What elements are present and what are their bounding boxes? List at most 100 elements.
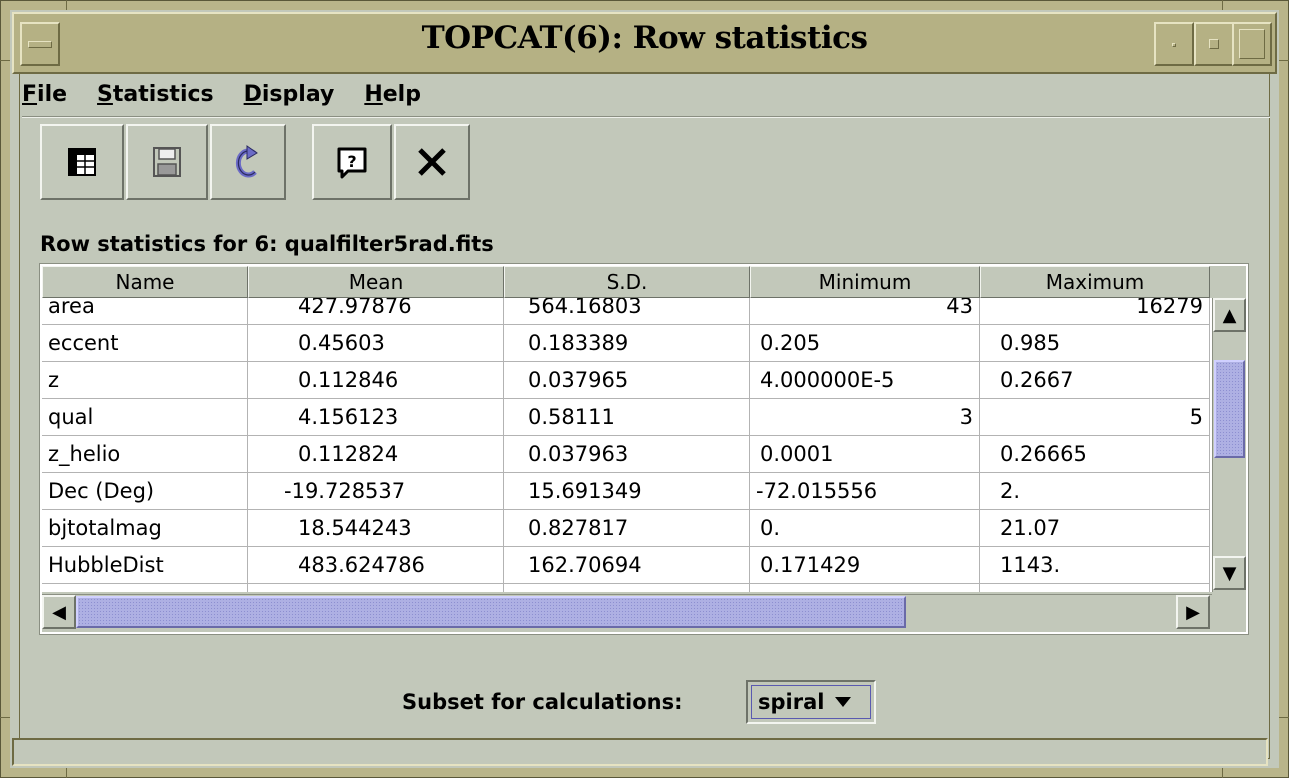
table-cell: 0.45603 [248, 325, 504, 362]
horizontal-scrollbar[interactable]: ◀ ▶ [42, 594, 1212, 631]
right-arrow-icon: ▶ [1186, 601, 1200, 623]
table-cell: 0.58111 [504, 399, 750, 436]
subset-dropdown[interactable]: spiral [746, 680, 876, 724]
recalculate-button[interactable] [210, 124, 286, 200]
menu-label: ile [37, 82, 68, 107]
down-arrow-icon: ▼ [1222, 562, 1237, 584]
table-row[interactable]: qual 4.156123 0.58111 3 5 [42, 399, 1210, 436]
column-header-minimum[interactable]: Minimum [750, 266, 980, 298]
table-cell: 0.0001 [750, 436, 980, 473]
menu-help[interactable]: Help [364, 82, 421, 114]
table-cell: 0.112824 [248, 436, 504, 473]
help-icon: ? [337, 147, 367, 179]
table-cell: lumdist2 [42, 584, 248, 592]
table-cell: HubbleDist [42, 547, 248, 584]
table-row[interactable]: bjtotalmag 18.544243 0.827817 0. 21.07 [42, 510, 1210, 547]
menu-label: elp [382, 82, 421, 107]
table-row[interactable]: z_helio 0.112824 0.037963 0.0001 0.26665 [42, 436, 1210, 473]
statistics-table: Name Mean S.D. Minimum Maximum area 427.9… [39, 263, 1249, 635]
menu-bar: File Statistics Display Help [22, 82, 451, 114]
table-heading: Row statistics for 6: qualfilter5rad.fit… [40, 232, 494, 256]
table-cell: 0.029423 [504, 584, 750, 592]
recalculate-icon [235, 145, 258, 178]
table-row[interactable]: eccent 0.45603 0.183389 0.205 0.985 [42, 325, 1210, 362]
table-cell: Dec (Deg) [42, 473, 248, 510]
column-header-sd[interactable]: S.D. [504, 266, 750, 298]
scroll-left-button[interactable]: ◀ [42, 595, 76, 629]
vertical-scrollbar[interactable]: ▲ ▼ [1212, 298, 1246, 592]
table-cell: 21.07 [980, 510, 1210, 547]
table-cell: 0.26665 [980, 436, 1210, 473]
table-row[interactable]: lumdist21.0874560.0294231.0000311.206692 [42, 584, 1210, 592]
table-cell: 564.16803 [504, 298, 750, 325]
table-body[interactable]: area 427.97876 564.16803 43 16279 eccent 0.456… [42, 298, 1212, 592]
table-row[interactable]: area 427.97876 564.16803 43 16279 [42, 298, 1210, 325]
horizontal-scroll-thumb[interactable] [76, 596, 906, 628]
subset-dropdown-value: spiral [751, 685, 871, 719]
scroll-down-button[interactable]: ▼ [1213, 556, 1246, 590]
svg-text:?: ? [347, 152, 356, 171]
table-cell: 0.112846 [248, 362, 504, 399]
table-cell: 4.156123 [248, 399, 504, 436]
frame-notch [1279, 717, 1289, 718]
table-cell: 0.205 [750, 325, 980, 362]
menu-label: tatistics [112, 82, 214, 107]
display-table-button[interactable] [40, 124, 124, 200]
table-cell: 0.985 [980, 325, 1210, 362]
window-close-icon [1239, 29, 1265, 59]
subset-label: Subset for calculations: [402, 690, 683, 714]
menu-file[interactable]: File [22, 82, 67, 114]
menu-mnemonic: F [22, 82, 38, 107]
menu-label: isplay [261, 82, 335, 107]
help-button[interactable]: ? [312, 124, 392, 200]
table-cell: 0.2667 [980, 362, 1210, 399]
menu-display[interactable]: Display [244, 82, 335, 114]
column-header-maximum[interactable]: Maximum [980, 266, 1210, 298]
table-cell: 18.544243 [248, 510, 504, 547]
table-icon [68, 148, 96, 176]
scroll-right-button[interactable]: ▶ [1176, 595, 1210, 629]
table-cell: 43 [750, 298, 980, 325]
close-icon [418, 148, 446, 176]
maximize-button[interactable] [1194, 22, 1234, 66]
table-cell: area [42, 298, 248, 325]
table-cell: 1143. [980, 547, 1210, 584]
table-cell: 3 [750, 399, 980, 436]
title-bar[interactable]: TOPCAT(6): Row statistics [12, 12, 1277, 74]
table-cell: 0.183389 [504, 325, 750, 362]
status-bar [12, 738, 1268, 766]
vertical-scroll-thumb[interactable] [1214, 360, 1245, 458]
column-header-mean[interactable]: Mean [248, 266, 504, 298]
frame-notch [0, 60, 10, 61]
column-header-name[interactable]: Name [42, 266, 248, 298]
window-title: TOPCAT(6): Row statistics [421, 20, 868, 56]
table-cell: eccent [42, 325, 248, 362]
table-cell: 1.087456 [248, 584, 504, 592]
table-cell: qual [42, 399, 248, 436]
menu-statistics[interactable]: Statistics [97, 82, 214, 114]
close-window-button[interactable] [1232, 22, 1272, 66]
frame-notch [1279, 60, 1289, 61]
table-cell: 483.624786 [248, 547, 504, 584]
table-row[interactable]: z 0.112846 0.037965 4.000000E-5 0.2667 [42, 362, 1210, 399]
table-row[interactable]: Dec (Deg) -19.728537 15.691349 -72.015556 2. [42, 473, 1210, 510]
table-rows: area 427.97876 564.16803 43 16279 eccent 0.456… [42, 298, 1210, 592]
table-cell: 1.206692 [980, 584, 1210, 592]
table-cell: 15.691349 [504, 473, 750, 510]
table-row[interactable]: HubbleDist 483.624786 162.70694 0.171429 114… [42, 547, 1210, 584]
table-cell: 4.000000E-5 [750, 362, 980, 399]
table-cell: 2. [980, 473, 1210, 510]
table-cell: 427.97876 [248, 298, 504, 325]
scroll-up-button[interactable]: ▲ [1213, 298, 1246, 332]
frame-notch [1222, 768, 1223, 778]
subset-value: spiral [758, 690, 825, 714]
minimize-button[interactable] [1154, 22, 1194, 66]
close-button[interactable] [394, 124, 470, 200]
save-icon [153, 147, 181, 177]
frame-notch [66, 0, 67, 10]
minimize-icon [1172, 43, 1176, 47]
save-button[interactable] [126, 124, 208, 200]
chevron-down-icon [835, 697, 852, 707]
left-arrow-icon: ◀ [52, 601, 66, 623]
table-cell: bjtotalmag [42, 510, 248, 547]
